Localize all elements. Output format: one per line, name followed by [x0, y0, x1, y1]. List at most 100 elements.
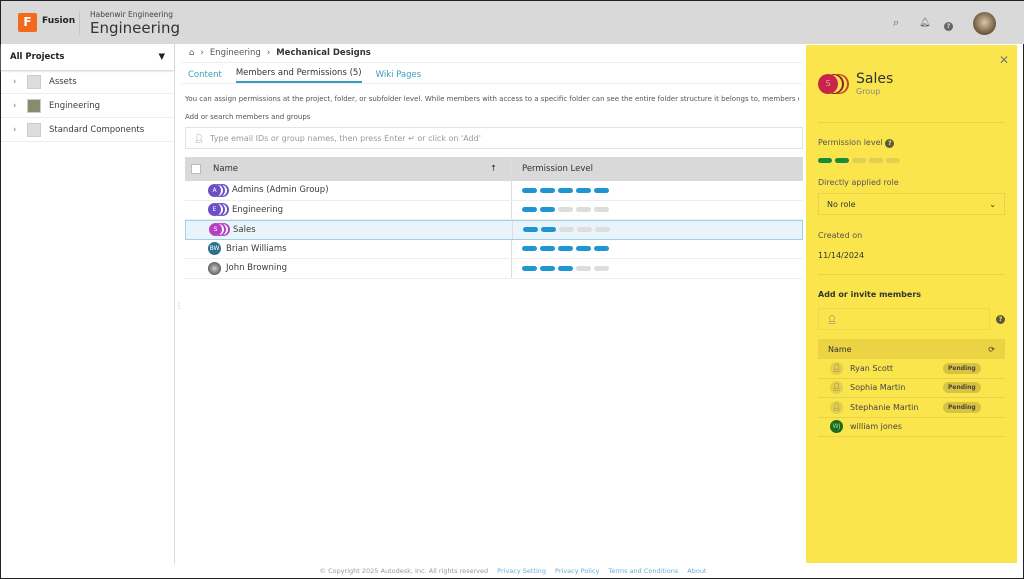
project-sidebar: All Projects ▼ › Assets › Engineering › Stan…	[1, 44, 175, 564]
member-name[interactable]: Engineering	[232, 205, 283, 215]
footer: © Copyright 2025 Autodesk, Inc. All righ…	[1, 564, 1024, 578]
info-text: You can assign permissions at the projec…	[185, 95, 799, 103]
permission-bar	[522, 246, 537, 252]
avatar-initials: S	[213, 226, 218, 234]
help-icon[interactable]: ?	[996, 314, 1005, 324]
permission-level[interactable]	[511, 200, 609, 219]
role-label: Directly applied role	[818, 178, 899, 187]
sidebar-title: All Projects	[10, 52, 65, 62]
user-icon: 👤︎	[830, 400, 843, 414]
permission-bar	[522, 207, 537, 213]
home-icon[interactable]: ⌂	[189, 48, 194, 58]
permission-bar	[594, 207, 609, 213]
tab-content[interactable]: Content	[188, 70, 222, 83]
permission-level[interactable]	[511, 259, 609, 278]
refresh-icon[interactable]: ⟳	[988, 345, 995, 354]
sidebar-item-label: Assets	[49, 76, 77, 87]
filter-icon[interactable]: ▼	[158, 52, 165, 62]
breadcrumb: ⌂ › Engineering › Mechanical Designs	[181, 44, 803, 63]
created-date: 11/14/2024	[818, 251, 1005, 275]
avatar-initials: BW	[209, 245, 220, 253]
group-name: Sales	[856, 71, 894, 87]
sort-icon[interactable]: ↑	[490, 164, 497, 174]
permission-bar	[886, 158, 900, 163]
table-header: Name ↑ Permission Level	[185, 157, 803, 181]
search-placeholder: Type email IDs or group names, then pres…	[210, 133, 481, 143]
permission-bar	[522, 187, 537, 193]
permission-bar	[558, 265, 573, 271]
hub-name[interactable]: Habenwir Engineering	[90, 10, 173, 19]
tab-wiki[interactable]: Wiki Pages	[376, 70, 422, 83]
sidebar-item-assets[interactable]: › Assets	[1, 70, 174, 94]
table-row[interactable]: E Engineering	[185, 200, 803, 220]
terms-link[interactable]: Terms and Conditions	[608, 567, 678, 575]
member-row[interactable]: 👤︎ Stephanie Martin Pending	[818, 398, 1005, 418]
sidebar-header: All Projects ▼	[1, 44, 174, 70]
member-row[interactable]: 👤︎ Sophia Martin Pending	[818, 379, 1005, 398]
table-row[interactable]: S Sales	[185, 220, 803, 240]
member-name[interactable]: Sales	[233, 225, 256, 235]
breadcrumb-item[interactable]: Engineering	[210, 48, 261, 58]
member-avatar: BW	[208, 242, 221, 256]
user-avatar[interactable]	[973, 12, 996, 35]
detail-panel: ✕ S Sales Group Permission level ? Direct…	[806, 45, 1017, 563]
copyright: © Copyright 2025 Autodesk, Inc. All righ…	[319, 567, 489, 575]
permission-bar	[818, 158, 832, 163]
top-bar: F Fusion Habenwir Engineering Engineerin…	[1, 1, 1024, 44]
column-name[interactable]: Name	[213, 164, 238, 174]
help-icon[interactable]: ?	[944, 18, 953, 31]
invite-label: Add or invite members	[818, 290, 922, 299]
permission-bar	[541, 227, 556, 233]
member-row[interactable]: 👤︎ Ryan Scott Pending	[818, 359, 1005, 379]
role-select[interactable]: No role ⌄	[818, 193, 1005, 215]
app-name: Fusion	[42, 16, 76, 26]
permission-level[interactable]	[511, 239, 609, 258]
chevron-icon: ›	[266, 48, 271, 58]
member-name[interactable]: Admins (Admin Group)	[232, 185, 329, 195]
privacy-setting-link[interactable]: Privacy Setting	[497, 567, 546, 575]
sidebar-item-standard-components[interactable]: › Standard Components	[1, 118, 174, 142]
member-row[interactable]: WJ william jones	[818, 418, 1005, 437]
column-permission[interactable]: Permission Level	[511, 157, 593, 181]
permission-bar	[540, 265, 555, 271]
search-icon[interactable]: ⌕	[893, 16, 899, 30]
created-label: Created on	[818, 231, 863, 240]
privacy-policy-link[interactable]: Privacy Policy	[555, 567, 599, 575]
divider	[79, 11, 80, 35]
member-name[interactable]: John Browning	[226, 263, 287, 273]
help-icon[interactable]: ?	[885, 139, 895, 148]
breadcrumb-current: Mechanical Designs	[276, 48, 371, 58]
bell-icon[interactable]: 🔔︎	[919, 18, 930, 28]
member-name[interactable]: Brian Williams	[226, 244, 287, 254]
member-search-input[interactable]: 👤︎ Type email IDs or group names, then pr…	[185, 127, 803, 149]
members-column-name: Name	[828, 344, 852, 354]
chevron-right-icon[interactable]: ›	[13, 101, 27, 111]
table-row[interactable]: A Admins (Admin Group)	[185, 181, 803, 201]
sidebar-item-engineering[interactable]: › Engineering	[1, 94, 174, 118]
fusion-logo[interactable]: F	[18, 13, 37, 32]
main-content: ⌂ › Engineering › Mechanical Designs Conte…	[181, 44, 803, 564]
permission-level[interactable]	[511, 181, 609, 200]
table-row[interactable]: BW Brian Williams	[185, 239, 803, 259]
invite-input[interactable]: 👤︎	[818, 308, 990, 330]
permission-bar	[540, 246, 555, 252]
permission-level[interactable]	[512, 221, 610, 239]
chevron-right-icon[interactable]: ›	[13, 125, 27, 135]
role-value: No role	[827, 199, 856, 209]
avatar-initials: E	[212, 206, 217, 214]
permission-bar	[540, 187, 555, 193]
close-icon[interactable]: ✕	[999, 53, 1009, 67]
permission-bar	[558, 207, 573, 213]
about-link[interactable]: About	[687, 567, 706, 575]
select-all-checkbox[interactable]	[191, 164, 201, 174]
user-icon: 👤︎	[830, 361, 843, 375]
permission-label: Permission level ?	[818, 138, 1005, 148]
tab-members[interactable]: Members and Permissions (5)	[235, 68, 362, 83]
permission-bar	[576, 207, 591, 213]
permission-bar	[869, 158, 883, 163]
permission-bar	[558, 187, 573, 193]
member-name: Stephanie Martin	[850, 402, 919, 412]
chevron-right-icon[interactable]: ›	[13, 77, 27, 87]
permission-label-text: Permission level	[818, 138, 883, 147]
table-row[interactable]: John Browning	[185, 259, 803, 279]
